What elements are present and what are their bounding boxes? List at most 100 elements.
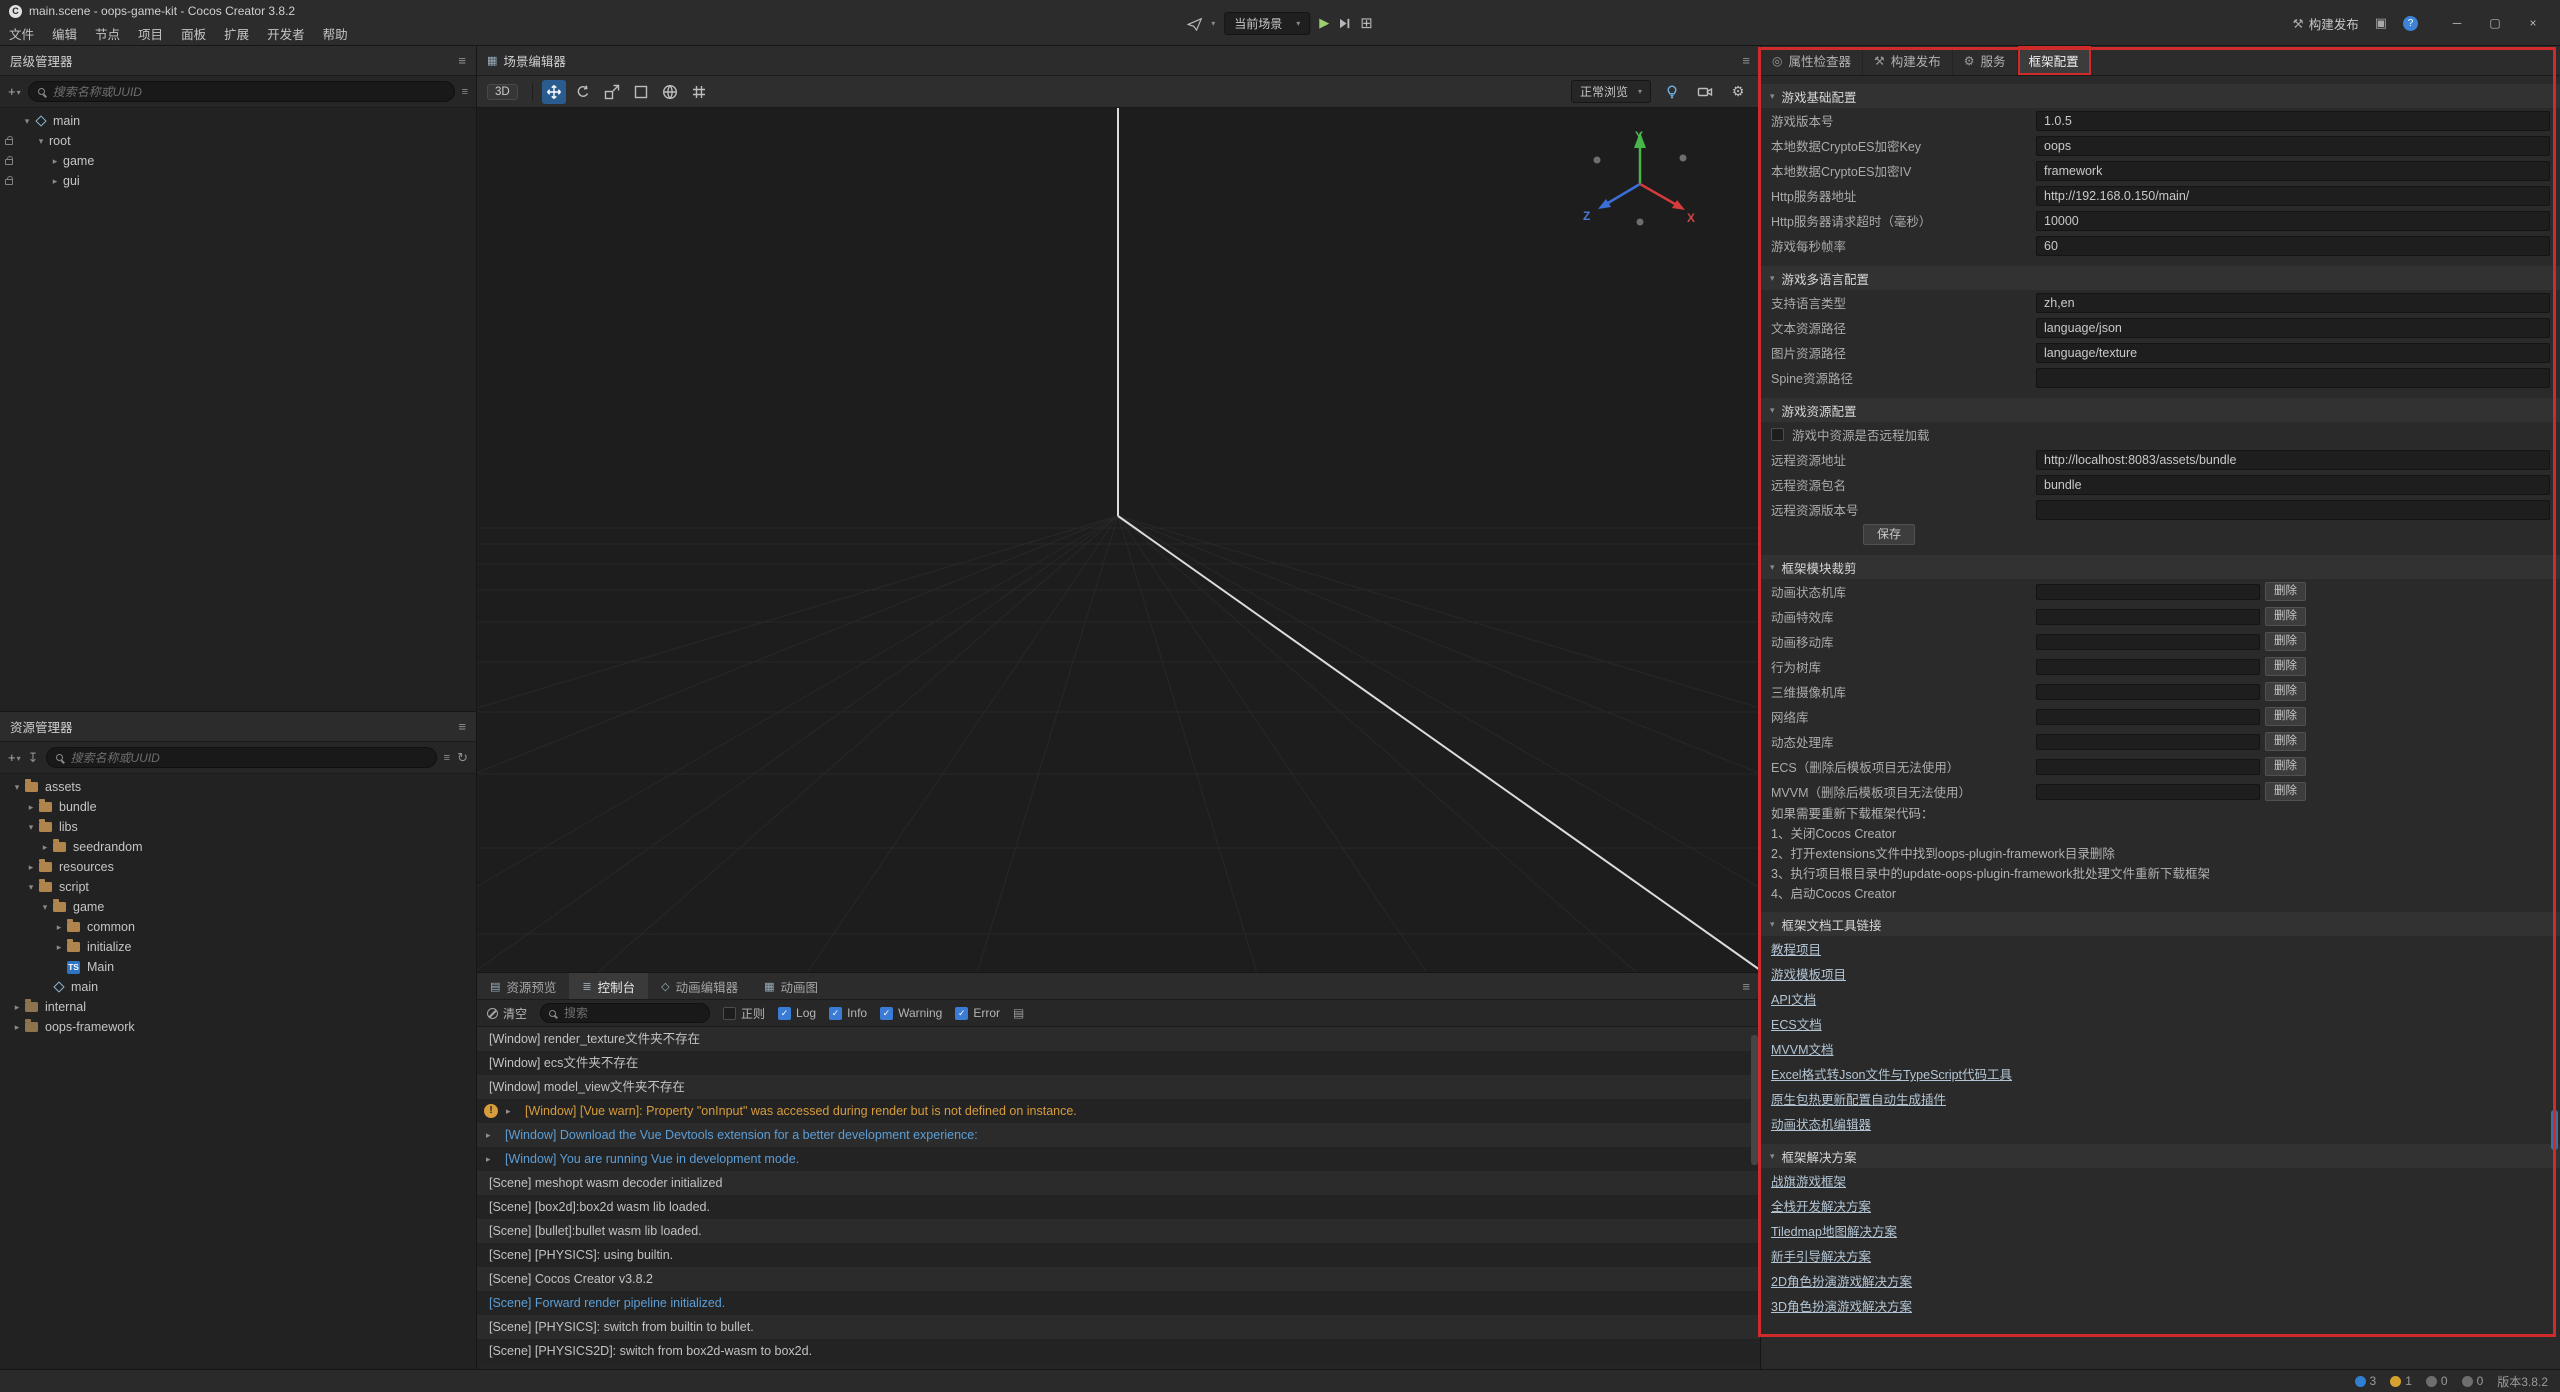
asset-item[interactable]: ▸seedrandom [0, 837, 476, 857]
error-indicator[interactable]: 0 [2426, 1374, 2448, 1388]
doc-link[interactable]: 2D角色扮演游戏解决方案 [1771, 1271, 1912, 1290]
prop-input[interactable] [2036, 111, 2550, 131]
play-button[interactable]: ▶ [1319, 15, 1329, 31]
3d-toggle-button[interactable]: 3D [487, 84, 518, 100]
scene-editor-tab[interactable]: ▦ 场景编辑器 [487, 51, 566, 70]
build-publish-button[interactable]: ⚒ 构建发布 [2292, 14, 2358, 33]
create-node-button[interactable]: +▾ [8, 84, 21, 99]
prop-input[interactable] [2036, 500, 2550, 520]
tab-asset-preview[interactable]: ▤资源预览 [477, 973, 569, 999]
asset-item[interactable]: ▾script [0, 877, 476, 897]
import-icon[interactable]: ↧ [28, 750, 39, 766]
filter-warning-checkbox[interactable]: ✓Warning [880, 1006, 942, 1020]
asset-item[interactable]: ▸common [0, 917, 476, 937]
menu-item[interactable]: 帮助 [314, 24, 357, 43]
remote-load-checkbox[interactable] [1771, 428, 1784, 441]
log-row[interactable]: [Window] ecs文件夹不存在 [477, 1051, 1760, 1075]
doc-link[interactable]: Excel格式转Json文件与TypeScript代码工具 [1771, 1064, 2012, 1083]
hierarchy-search[interactable] [28, 81, 455, 102]
view-mode-dropdown[interactable]: 正常浏览 ▾ [1571, 80, 1651, 103]
export-log-icon[interactable]: ▤ [1013, 1006, 1024, 1020]
refresh-icon[interactable]: ↻ [457, 750, 468, 766]
expand-caret[interactable]: ▾ [10, 782, 24, 793]
tab-property-inspector[interactable]: ◎属性检查器 [1761, 46, 1863, 75]
prop-input[interactable] [2036, 343, 2550, 363]
delete-module-button[interactable]: 删除 [2265, 632, 2306, 651]
hierarchy-node[interactable]: ▸game [0, 151, 476, 171]
gear-icon[interactable]: ⚙ [1726, 80, 1750, 104]
tab-framework-config[interactable]: 框架配置 [2018, 46, 2091, 75]
doc-link[interactable]: Tiledmap地图解决方案 [1771, 1221, 1897, 1240]
asset-item[interactable]: ▾game [0, 897, 476, 917]
expand-caret[interactable]: ▸ [52, 922, 66, 933]
console-search-input[interactable] [562, 1005, 701, 1021]
info-indicator[interactable]: 3 [2355, 1374, 2377, 1388]
snap-grid-button[interactable] [687, 80, 711, 104]
filter-icon[interactable]: ≡ [444, 752, 450, 764]
hierarchy-search-input[interactable] [51, 84, 445, 100]
prop-input[interactable] [2036, 186, 2550, 206]
prop-input[interactable] [2036, 475, 2550, 495]
log-row[interactable]: [Scene] [PHYSICS2D]: switch from box2d-w… [477, 1339, 1760, 1363]
layout-grid-icon[interactable]: ⊞ [1360, 14, 1373, 32]
hierarchy-node[interactable]: ▾main [0, 111, 476, 131]
doc-link[interactable]: 新手引导解决方案 [1771, 1246, 1871, 1265]
expand-caret[interactable]: ▾ [38, 902, 52, 913]
menu-item[interactable]: 开发者 [258, 24, 314, 43]
expand-caret[interactable]: ▸ [486, 1147, 491, 1171]
asset-item[interactable]: ▸initialize [0, 937, 476, 957]
asset-item[interactable]: ▸internal [0, 997, 476, 1017]
log-row[interactable]: [Window] render_texture文件夹不存在 [477, 1027, 1760, 1051]
panel-menu-icon[interactable]: ≡ [458, 719, 466, 734]
camera-icon[interactable] [1693, 80, 1717, 104]
prop-input[interactable] [2036, 293, 2550, 313]
scrollbar[interactable] [2551, 1110, 2558, 1150]
asset-item[interactable]: ▾libs [0, 817, 476, 837]
tab-animation-editor[interactable]: ◇动画编辑器 [648, 973, 751, 999]
prop-input[interactable] [2036, 450, 2550, 470]
delete-module-button[interactable]: 删除 [2265, 607, 2306, 626]
assets-search-input[interactable] [69, 750, 427, 766]
menu-item[interactable]: 扩展 [215, 24, 258, 43]
marker-indicator[interactable]: 0 [2462, 1374, 2484, 1388]
scale-tool-button[interactable] [600, 80, 624, 104]
prop-input[interactable] [2036, 211, 2550, 231]
step-button[interactable] [1338, 17, 1351, 30]
section-header[interactable]: ▾游戏多语言配置 [1761, 266, 2560, 290]
world-local-toggle-button[interactable] [658, 80, 682, 104]
prop-input[interactable] [2036, 136, 2550, 156]
doc-link[interactable]: 战旗游戏框架 [1771, 1171, 1846, 1190]
section-header[interactable]: ▾框架文档工具链接 [1761, 912, 2560, 936]
doc-link[interactable]: ECS文档 [1771, 1014, 1822, 1033]
log-row[interactable]: [Scene] [box2d]:box2d wasm lib loaded. [477, 1195, 1760, 1219]
chevron-down-icon[interactable]: ▾ [1211, 19, 1215, 28]
scrollbar[interactable] [1751, 1035, 1758, 1165]
prop-input[interactable] [2036, 161, 2550, 181]
tab-console[interactable]: ≣控制台 [569, 973, 648, 999]
expand-caret[interactable]: ▸ [506, 1099, 511, 1123]
menu-item[interactable]: 文件 [0, 24, 43, 43]
menu-item[interactable]: 面板 [172, 24, 215, 43]
expand-caret[interactable]: ▸ [10, 1022, 24, 1033]
expand-caret[interactable]: ▸ [10, 1002, 24, 1013]
delete-module-button[interactable]: 删除 [2265, 732, 2306, 751]
warning-indicator[interactable]: 1 [2390, 1374, 2412, 1388]
expand-caret[interactable]: ▸ [24, 862, 38, 873]
log-row[interactable]: [Scene] Cocos Creator v3.8.2 [477, 1267, 1760, 1291]
doc-link[interactable]: MVVM文档 [1771, 1039, 1834, 1058]
prop-input[interactable] [2036, 368, 2550, 388]
close-button[interactable]: × [2514, 16, 2552, 30]
assets-search[interactable] [46, 747, 437, 768]
log-row[interactable]: ▸[Window] Download the Vue Devtools exte… [477, 1123, 1760, 1147]
section-header[interactable]: ▾框架模块裁剪 [1761, 555, 2560, 579]
save-button[interactable]: 保存 [1863, 524, 1915, 545]
doc-link[interactable]: 3D角色扮演游戏解决方案 [1771, 1296, 1912, 1315]
expand-caret[interactable]: ▾ [20, 116, 34, 127]
asset-item[interactable]: main [0, 977, 476, 997]
prop-input[interactable] [2036, 236, 2550, 256]
doc-link[interactable]: 原生包热更新配置自动生成插件 [1771, 1089, 1946, 1108]
doc-link[interactable]: API文档 [1771, 989, 1816, 1008]
doc-link[interactable]: 游戏模板项目 [1771, 964, 1846, 983]
section-header[interactable]: ▾框架解决方案 [1761, 1144, 2560, 1168]
tab-service[interactable]: ⚙服务 [1953, 46, 2018, 75]
